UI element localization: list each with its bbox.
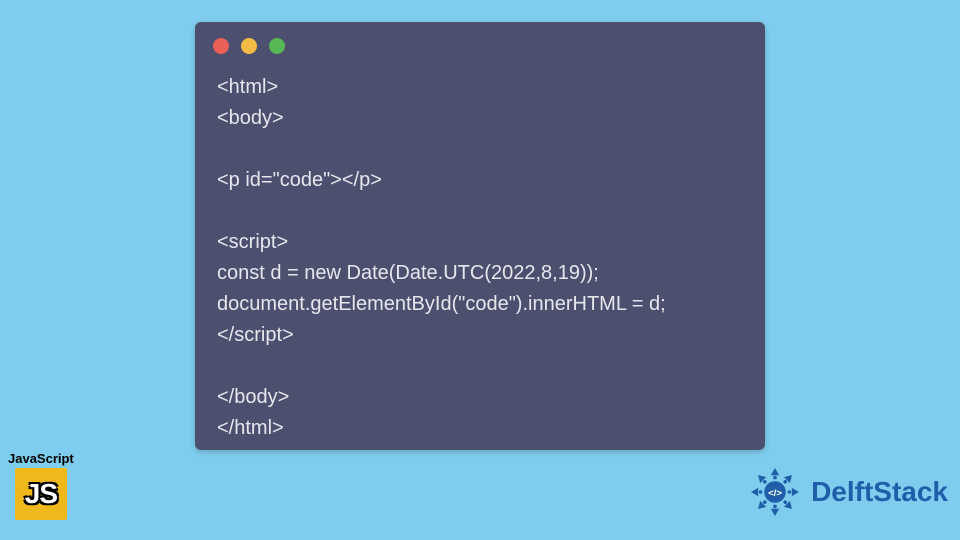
close-icon <box>213 38 229 54</box>
javascript-short: JS <box>25 478 57 510</box>
window-controls <box>195 22 765 54</box>
javascript-logo: JavaScript JS <box>8 451 74 520</box>
javascript-icon: JS <box>15 468 67 520</box>
code-content: <html> <body> <p id="code"></p> <script>… <box>195 54 765 444</box>
delftstack-icon: </> <box>745 462 805 522</box>
minimize-icon <box>241 38 257 54</box>
maximize-icon <box>269 38 285 54</box>
delftstack-label: DelftStack <box>811 476 948 508</box>
code-window: <html> <body> <p id="code"></p> <script>… <box>195 22 765 450</box>
svg-text:</>: </> <box>768 488 782 499</box>
javascript-label: JavaScript <box>8 451 74 466</box>
delftstack-logo: </> DelftStack <box>745 462 948 522</box>
